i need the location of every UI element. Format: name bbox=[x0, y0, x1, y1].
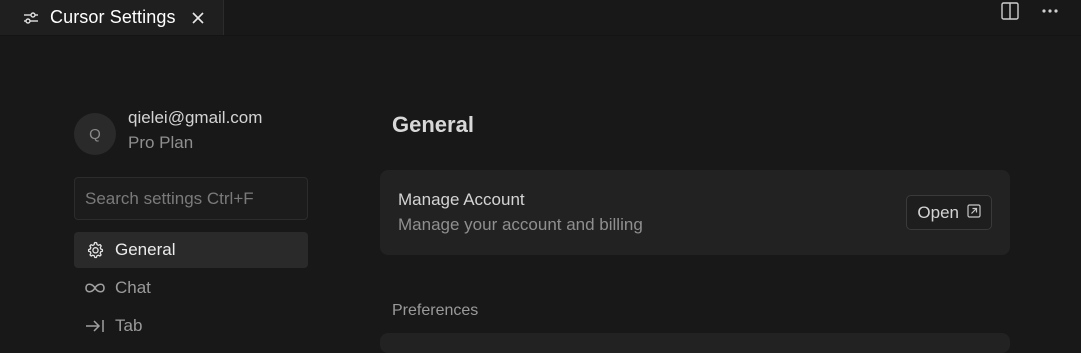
search-settings-input[interactable] bbox=[74, 177, 308, 220]
settings-nav: General Chat Tab bbox=[74, 232, 308, 346]
preferences-card bbox=[380, 333, 1010, 353]
sidebar-item-tab[interactable]: Tab bbox=[74, 308, 308, 344]
external-link-icon bbox=[967, 203, 981, 223]
more-actions-icon[interactable] bbox=[1039, 0, 1061, 22]
open-button-label: Open bbox=[917, 202, 959, 222]
sidebar-item-label: Chat bbox=[115, 278, 151, 297]
manage-account-card: Manage Account Manage your account and b… bbox=[380, 170, 1010, 255]
account-email: qielei@gmail.com bbox=[128, 108, 263, 127]
manage-account-title: Manage Account bbox=[398, 190, 525, 209]
infinity-icon bbox=[84, 277, 106, 299]
gear-icon bbox=[84, 239, 106, 261]
page-title: General bbox=[392, 112, 474, 137]
settings-sliders-icon bbox=[22, 9, 40, 27]
editor-tab-bar: Cursor Settings bbox=[0, 0, 1081, 36]
account-plan: Pro Plan bbox=[128, 133, 194, 152]
editor-actions bbox=[999, 0, 1061, 22]
open-account-button[interactable]: Open bbox=[906, 195, 992, 230]
settings-sidebar: Q qielei@gmail.com Pro Plan General Chat bbox=[74, 108, 308, 346]
manage-account-description: Manage your account and billing bbox=[398, 215, 643, 234]
sidebar-item-chat[interactable]: Chat bbox=[74, 270, 308, 306]
account-info: Q qielei@gmail.com Pro Plan bbox=[74, 108, 308, 164]
tab-cursor-settings[interactable]: Cursor Settings bbox=[0, 0, 224, 35]
sidebar-item-label: General bbox=[115, 240, 176, 259]
split-editor-icon[interactable] bbox=[999, 0, 1021, 22]
close-icon[interactable] bbox=[188, 8, 208, 28]
sidebar-item-label: Tab bbox=[115, 316, 143, 335]
avatar: Q bbox=[74, 113, 116, 155]
account-text: qielei@gmail.com Pro Plan bbox=[128, 108, 262, 153]
tab-title: Cursor Settings bbox=[50, 7, 176, 27]
sidebar-item-general[interactable]: General bbox=[74, 232, 308, 268]
settings-main: General Manage Account Manage your accou… bbox=[380, 112, 1010, 320]
preferences-section-label: Preferences bbox=[392, 302, 479, 319]
tab-arrow-icon bbox=[84, 315, 106, 337]
